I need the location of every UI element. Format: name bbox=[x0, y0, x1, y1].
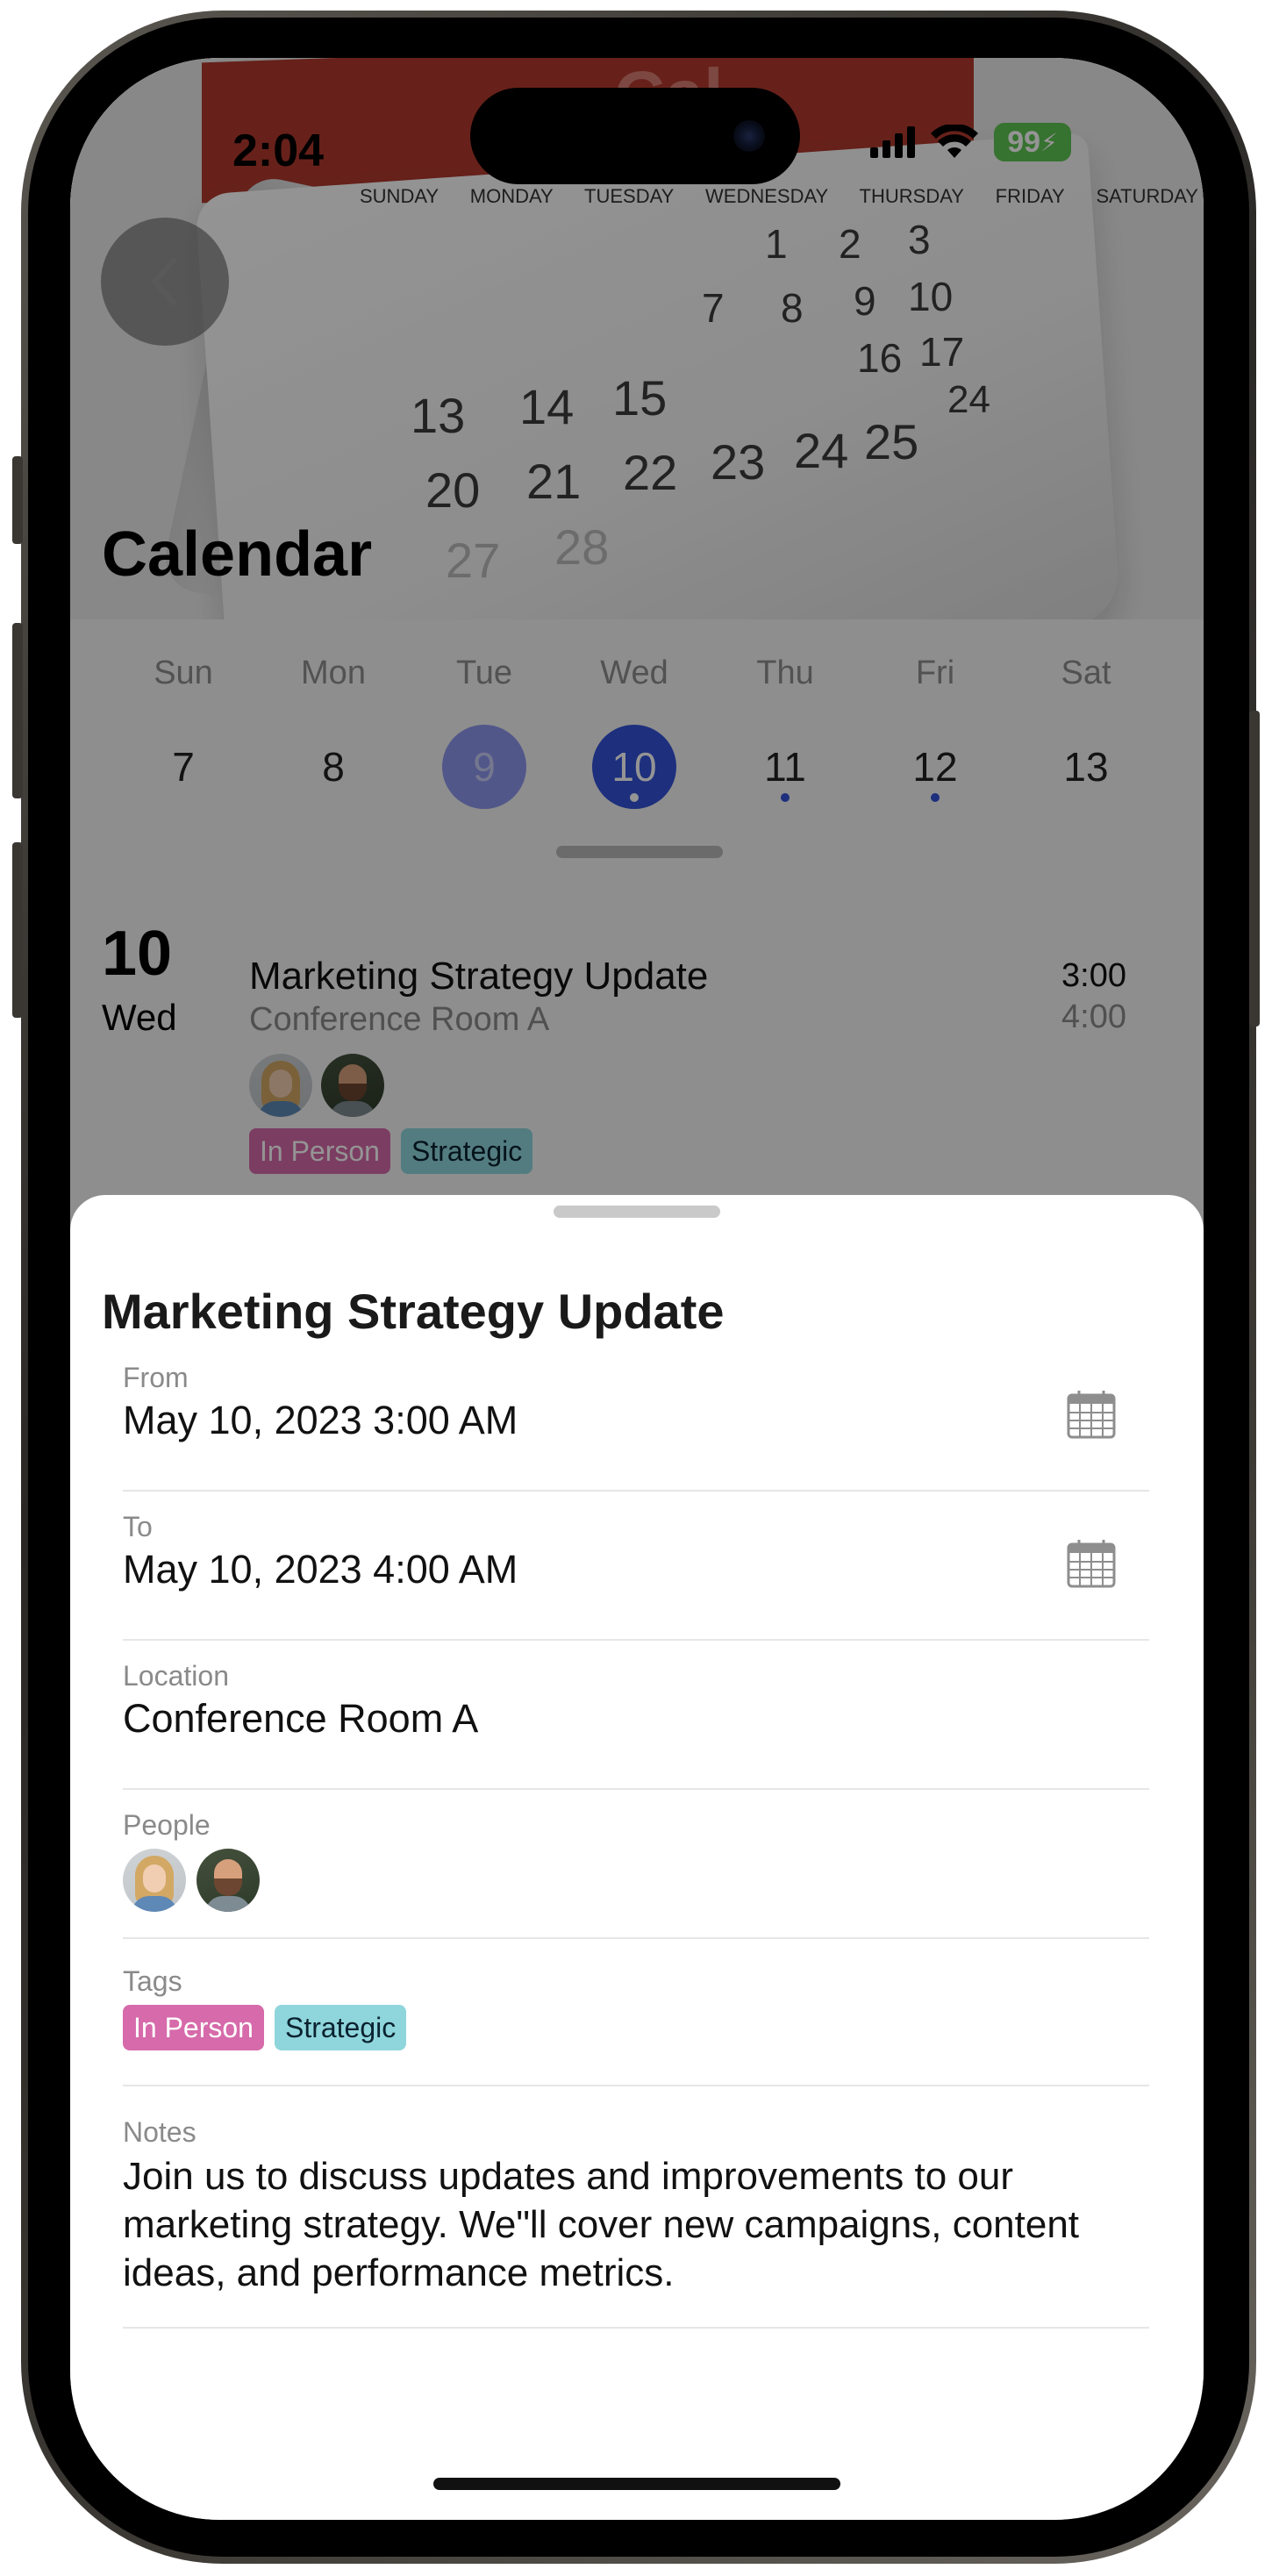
from-field[interactable]: From May 10, 2023 3:00 AM bbox=[123, 1362, 1149, 1492]
people-label: People bbox=[123, 1809, 211, 1841]
calendar-icon[interactable] bbox=[1065, 1388, 1118, 1441]
avatar[interactable] bbox=[197, 1849, 260, 1912]
from-label: From bbox=[123, 1362, 189, 1393]
power-button bbox=[1249, 711, 1260, 1027]
people-field: People bbox=[123, 1809, 1149, 1939]
volume-down-button bbox=[12, 842, 23, 1018]
sheet-title: Marketing Strategy Update bbox=[102, 1284, 725, 1339]
to-label: To bbox=[123, 1511, 153, 1542]
location-label: Location bbox=[123, 1660, 229, 1692]
notes-label: Notes bbox=[123, 2116, 197, 2148]
notes-field[interactable]: Notes Join us to discuss updates and imp… bbox=[123, 2116, 1149, 2329]
screen: Cal SUNDAY MONDAY TUESDAY WEDNESDAY THUR… bbox=[70, 58, 1204, 2520]
notes-value: Join us to discuss updates and improveme… bbox=[123, 2155, 1080, 2294]
to-value: May 10, 2023 4:00 AM bbox=[123, 1547, 518, 1592]
event-detail-sheet: Marketing Strategy Update From May 10, 2… bbox=[70, 1195, 1204, 2520]
tag-in-person[interactable]: In Person bbox=[123, 2005, 264, 2050]
location-value: Conference Room A bbox=[123, 1696, 479, 1741]
tags-field: Tags In Person Strategic bbox=[123, 1965, 1149, 2086]
location-field[interactable]: Location Conference Room A bbox=[123, 1660, 1149, 1790]
avatar[interactable] bbox=[123, 1849, 186, 1912]
tags-label: Tags bbox=[123, 1965, 182, 1997]
from-value: May 10, 2023 3:00 AM bbox=[123, 1398, 518, 1442]
action-button bbox=[12, 456, 23, 544]
to-field[interactable]: To May 10, 2023 4:00 AM bbox=[123, 1511, 1149, 1641]
home-indicator[interactable] bbox=[433, 2478, 840, 2490]
people-avatars bbox=[123, 1849, 1149, 1912]
calendar-icon[interactable] bbox=[1065, 1537, 1118, 1590]
tags-list: In Person Strategic bbox=[123, 2005, 1149, 2050]
sheet-handle[interactable] bbox=[554, 1206, 720, 1218]
volume-up-button bbox=[12, 623, 23, 798]
tag-strategic[interactable]: Strategic bbox=[274, 2005, 407, 2050]
